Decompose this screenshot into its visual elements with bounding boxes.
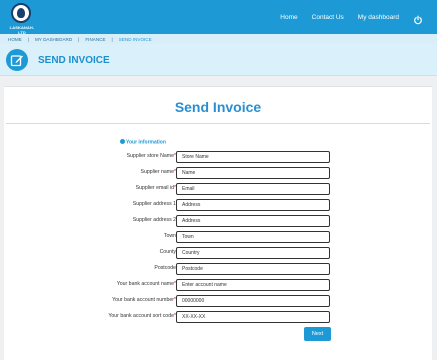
bank-account-name-input[interactable] xyxy=(176,279,330,291)
form-title: Send Invoice xyxy=(174,99,262,115)
form-row: Supplier email id* xyxy=(4,183,432,195)
page-title: SEND INVOICE xyxy=(38,55,110,66)
logo-emblem-icon xyxy=(11,3,31,23)
nav-contact-link[interactable]: Contact Us xyxy=(312,14,344,21)
supplier-store-name-input[interactable] xyxy=(176,151,330,163)
logo[interactable]: LASKANAH-LTD xyxy=(6,3,36,35)
nav-dashboard-link[interactable]: My dashboard xyxy=(358,14,399,21)
form-row: County xyxy=(4,247,432,259)
nav-home-link[interactable]: Home xyxy=(280,14,297,21)
county-input[interactable] xyxy=(176,247,330,259)
next-button[interactable]: Next xyxy=(304,327,331,341)
breadcrumb-current: SEND INVOICE xyxy=(118,36,152,42)
field-label: Your bank account sort code* xyxy=(108,313,176,319)
form-row: Town xyxy=(4,231,432,243)
info-icon xyxy=(120,139,125,144)
breadcrumb-finance[interactable]: FINANCE xyxy=(85,37,105,42)
supplier-name-input[interactable] xyxy=(176,167,330,179)
bank-sort-code-input[interactable] xyxy=(176,311,330,323)
supplier-address-1-input[interactable] xyxy=(176,199,330,211)
supplier-address-2-input[interactable] xyxy=(176,215,330,227)
breadcrumb-home[interactable]: HOME xyxy=(8,37,22,42)
breadcrumb-separator: | xyxy=(27,36,29,42)
field-label: Your bank account name* xyxy=(116,281,176,287)
breadcrumb-separator: | xyxy=(111,36,113,42)
section-label-text: Your information xyxy=(126,139,166,146)
form-row: Supplier address 1 xyxy=(4,199,432,211)
divider xyxy=(6,123,430,124)
send-invoice-card: Send Invoice Your information Supplier s… xyxy=(4,86,432,360)
field-label: Your bank account number* xyxy=(112,297,176,303)
bank-account-number-input[interactable] xyxy=(176,295,330,307)
breadcrumb-dashboard[interactable]: MY DASHBOARD xyxy=(35,37,72,42)
form-row: Your bank account sort code* xyxy=(4,311,432,323)
form-row: Your bank account name* xyxy=(4,279,432,291)
town-input[interactable] xyxy=(176,231,330,243)
nav-links: Home Contact Us My dashboard xyxy=(280,0,423,34)
page-header: SEND INVOICE xyxy=(0,44,437,76)
postcode-input[interactable] xyxy=(176,263,330,275)
form-row: Postcode xyxy=(4,263,432,275)
field-label: Supplier name* xyxy=(140,169,176,175)
field-label: Town xyxy=(163,233,176,239)
form-row: Supplier name* xyxy=(4,167,432,179)
field-label: Supplier address 2 xyxy=(132,217,176,223)
field-label: Supplier store Name* xyxy=(126,153,176,159)
top-navbar: LASKANAH-LTD Home Contact Us My dashboar… xyxy=(0,0,437,35)
supplier-email-input[interactable] xyxy=(176,183,330,195)
breadcrumb: HOME | MY DASHBOARD | FINANCE | SEND INV… xyxy=(0,34,437,44)
field-label: County xyxy=(159,249,176,255)
power-icon[interactable] xyxy=(413,12,423,25)
form-row: Supplier address 2 xyxy=(4,215,432,227)
your-information-label: Your information xyxy=(120,139,166,146)
field-label: Postcode xyxy=(154,265,176,271)
form-row: Supplier store Name* xyxy=(4,151,432,163)
breadcrumb-separator: | xyxy=(78,36,80,42)
field-label: Supplier address 1 xyxy=(132,201,176,207)
edit-icon xyxy=(6,49,28,71)
form-row: Your bank account number* xyxy=(4,295,432,307)
field-label: Supplier email id* xyxy=(135,185,176,191)
